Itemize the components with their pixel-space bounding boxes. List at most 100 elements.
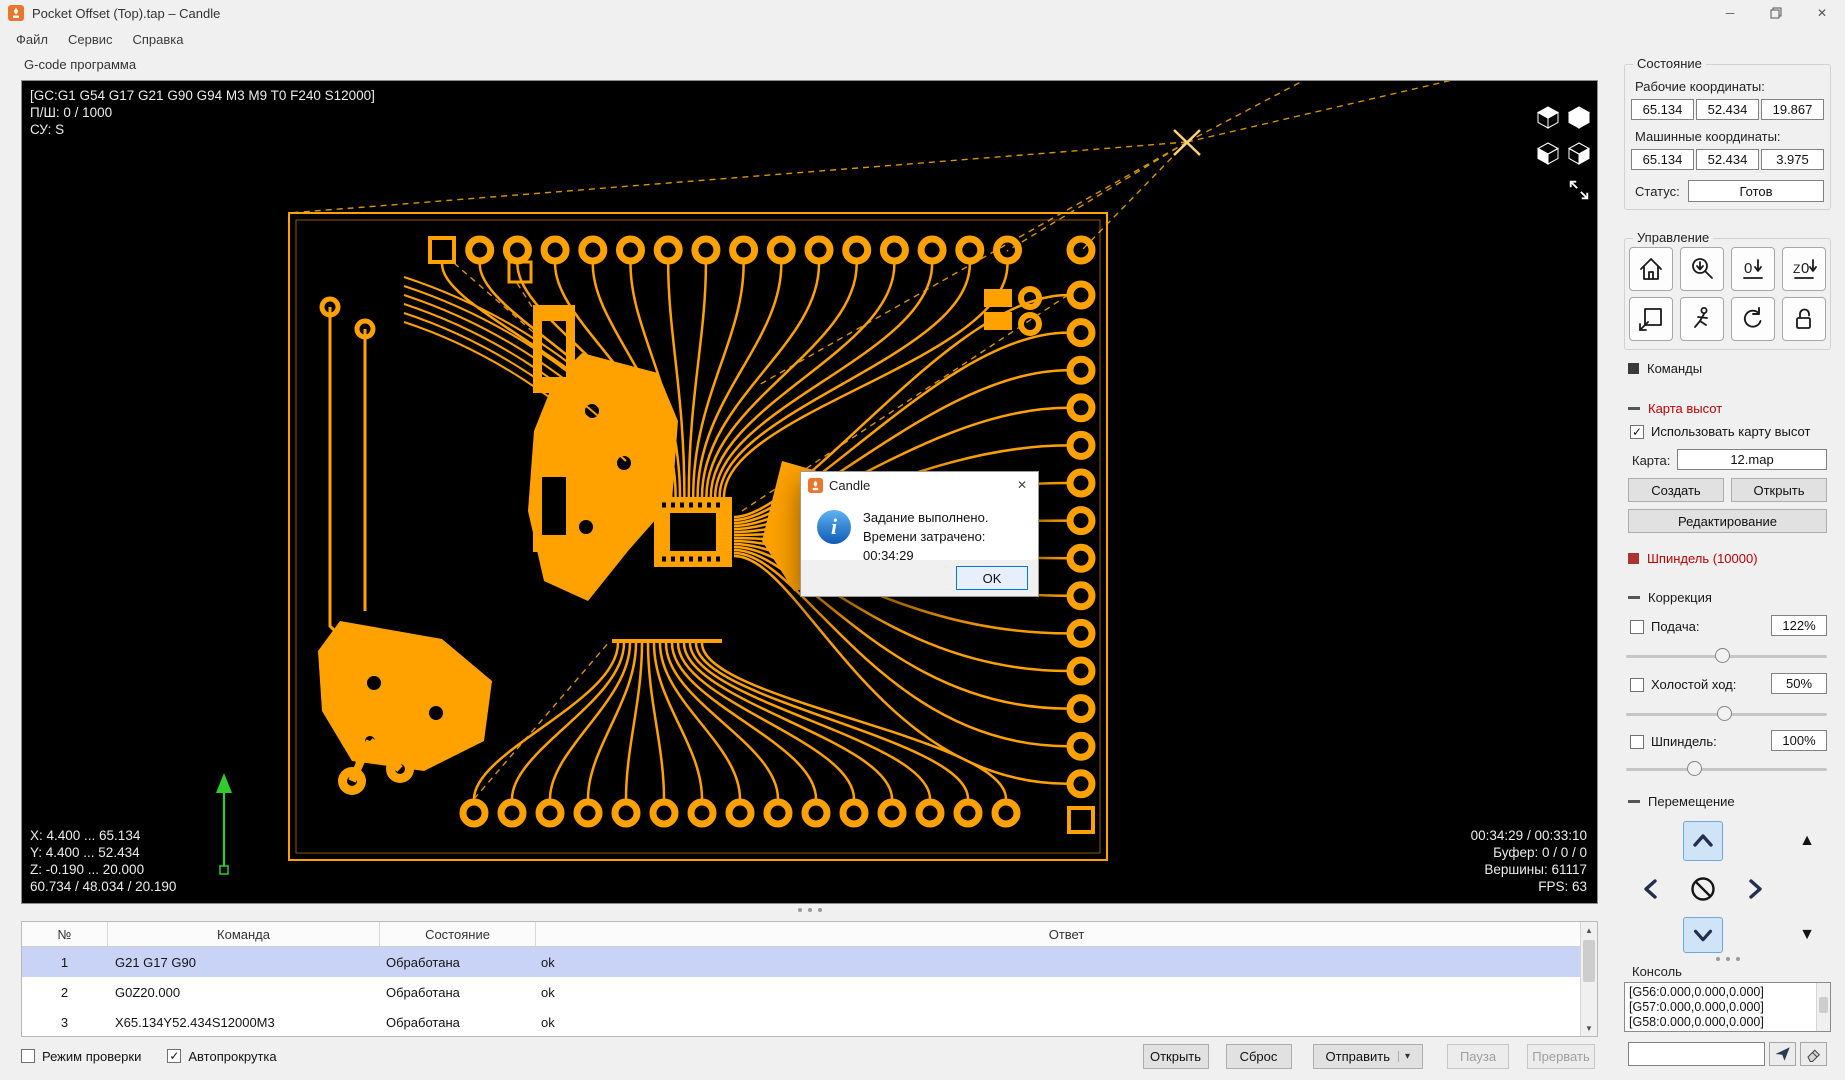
expand-icon — [1628, 362, 1639, 374]
home-icon — [1640, 258, 1662, 280]
header-label: Перемещение — [1648, 793, 1735, 809]
table-row[interactable]: 3 X65.134Y52.434S12000M3 Обработана ok — [22, 1007, 1597, 1036]
dialog-body: i Задание выполнено. Времени затрачено: … — [801, 498, 1038, 563]
menu-file[interactable]: Файл — [6, 28, 58, 51]
view-isometric-button[interactable] — [1534, 103, 1562, 131]
fps-counter: FPS: 63 — [1538, 879, 1587, 894]
fit-view-button[interactable] — [1565, 176, 1593, 204]
button-label: Пауза — [1459, 1048, 1497, 1064]
dialog-message: Задание выполнено. Времени затрачено: 00… — [863, 508, 1038, 565]
col-state[interactable]: Состояние — [380, 922, 536, 946]
button-label: Отправить — [1325, 1048, 1390, 1064]
scroll-down-icon[interactable]: ▼ — [1581, 1020, 1597, 1036]
col-command[interactable]: Команда — [108, 922, 380, 946]
sidebar-splitter-handle[interactable] — [1624, 957, 1831, 961]
checkbox-label: Автопрокрутка — [188, 1048, 277, 1064]
menu-service[interactable]: Сервис — [58, 28, 123, 51]
jog-z-plus-button[interactable]: ▲ — [1787, 821, 1827, 861]
button-label: OK — [982, 570, 1002, 586]
jog-y-plus-button[interactable] — [1683, 821, 1723, 861]
ok-button[interactable]: OK — [956, 566, 1028, 590]
spindle-header[interactable]: Шпиндель (10000) — [1628, 550, 1758, 566]
y-range: Y: 4.400 ... 52.434 — [30, 845, 140, 860]
reset-button[interactable]: Сброс — [1225, 1043, 1292, 1069]
console-send-button[interactable] — [1769, 1042, 1796, 1066]
unlock-button[interactable] — [1782, 297, 1826, 341]
restore-origin-button[interactable] — [1629, 297, 1673, 341]
view-left-button[interactable] — [1565, 139, 1593, 167]
jog-x-minus-button[interactable] — [1631, 869, 1671, 909]
console-log[interactable]: [G56:0.000,0.000,0.000] [G57:0.000,0.000… — [1624, 982, 1831, 1032]
dialog-close-button[interactable]: ✕ — [1006, 472, 1038, 498]
send-plane-icon — [1775, 1047, 1790, 1061]
jog-header[interactable]: Перемещение — [1628, 793, 1735, 809]
rapid-override-checkbox[interactable]: Холостой ход: — [1630, 677, 1736, 692]
jog-z-minus-button[interactable]: ▼ — [1787, 917, 1827, 953]
cell-response: ok — [541, 984, 555, 1000]
spindle-override-checkbox[interactable]: Шпиндель: — [1630, 734, 1717, 749]
rapid-override-slider[interactable] — [1626, 706, 1827, 722]
abort-button[interactable]: Прервать — [1527, 1043, 1595, 1069]
soft-reset-button[interactable] — [1731, 297, 1775, 341]
button-label: Редактирование — [1677, 513, 1778, 529]
zero-xy-button[interactable]: 0 — [1731, 247, 1775, 291]
scrollbar-thumb[interactable] — [1583, 940, 1595, 982]
commands-header[interactable]: Команды — [1628, 360, 1702, 376]
origin-icon — [1639, 308, 1662, 331]
heightmap-edit-button[interactable]: Редактирование — [1628, 509, 1827, 533]
safe-position-button[interactable] — [1680, 297, 1724, 341]
z-probe-button[interactable] — [1680, 247, 1724, 291]
zero-z-button[interactable]: Z 0 — [1782, 247, 1826, 291]
cell-response: ok — [541, 1014, 555, 1030]
check-mode-checkbox[interactable]: Режим проверки — [21, 1049, 141, 1064]
gcode-group-title: G-code программа — [24, 57, 137, 72]
use-heightmap-checkbox[interactable]: ✓ Использовать карту высот — [1630, 424, 1810, 439]
console-clear-button[interactable] — [1800, 1042, 1827, 1066]
col-response[interactable]: Ответ — [536, 922, 1597, 946]
jog-y-minus-button[interactable] — [1683, 917, 1723, 953]
home-button[interactable] — [1629, 247, 1673, 291]
jog-stop-button[interactable] — [1683, 869, 1723, 909]
pause-button[interactable]: Пауза — [1447, 1043, 1509, 1069]
slider-handle[interactable] — [1687, 761, 1703, 776]
heightmap-create-button[interactable]: Создать — [1628, 478, 1724, 502]
console-input[interactable] — [1628, 1042, 1765, 1066]
machine-x-field: 65.134 — [1631, 149, 1694, 170]
feed-override-checkbox[interactable]: Подача: — [1630, 619, 1699, 634]
send-dropdown-icon[interactable]: ▾ — [1397, 1050, 1410, 1062]
feed-spindle-overlay: П/Ш: 0 / 1000 — [30, 105, 113, 120]
table-row[interactable]: 1 G21 G17 G90 Обработана ok — [22, 947, 1597, 977]
gcode-table[interactable]: № Команда Состояние Ответ 1 G21 G17 G90 … — [21, 921, 1598, 1037]
override-header[interactable]: Коррекция — [1628, 589, 1712, 605]
state-groupbox: Состояние Рабочие координаты: 65.134 52.… — [1624, 56, 1831, 210]
slider-handle[interactable] — [1715, 648, 1731, 663]
menubar: Файл Сервис Справка — [0, 26, 194, 52]
jog-x-plus-button[interactable] — [1735, 869, 1775, 909]
elapsed-time: 00:34:29 / 00:33:10 — [1470, 828, 1587, 843]
cube-top-icon — [1567, 106, 1591, 129]
autoscroll-checkbox[interactable]: ✓ Автопрокрутка — [167, 1048, 277, 1064]
spindle-override-slider[interactable] — [1626, 761, 1827, 777]
table-scrollbar[interactable]: ▲ ▼ — [1580, 922, 1597, 1036]
buffer-state: Буфер: 0 / 0 / 0 — [1493, 845, 1587, 860]
col-num[interactable]: № — [22, 922, 108, 946]
heightmap-open-button[interactable]: Открыть — [1731, 478, 1827, 502]
main-splitter-handle[interactable] — [21, 908, 1598, 912]
control-groupbox: Управление 0 Z 0 — [1624, 230, 1831, 350]
view-front-button[interactable] — [1534, 139, 1562, 167]
menu-help[interactable]: Справка — [123, 28, 194, 51]
scrollbar-thumb[interactable] — [1819, 997, 1828, 1013]
scroll-up-icon[interactable]: ▲ — [1581, 922, 1597, 938]
heightmap-header[interactable]: Карта высот — [1628, 400, 1722, 416]
open-file-button[interactable]: Открыть — [1142, 1043, 1209, 1069]
cell-num: 2 — [60, 984, 69, 1000]
slider-handle[interactable] — [1717, 706, 1733, 721]
zero-xy-icon: 0 — [1743, 259, 1763, 279]
view-top-button[interactable] — [1565, 103, 1593, 131]
console-line: [G58:0.000,0.000,0.000] — [1629, 1015, 1764, 1029]
table-row[interactable]: 2 G0Z20.000 Обработана ok — [22, 977, 1597, 1007]
feed-override-slider[interactable] — [1626, 648, 1827, 664]
triangle-down-icon: ▼ — [1799, 926, 1815, 943]
send-button[interactable]: Отправить ▾ — [1312, 1043, 1423, 1069]
console-scrollbar[interactable] — [1816, 983, 1830, 1031]
